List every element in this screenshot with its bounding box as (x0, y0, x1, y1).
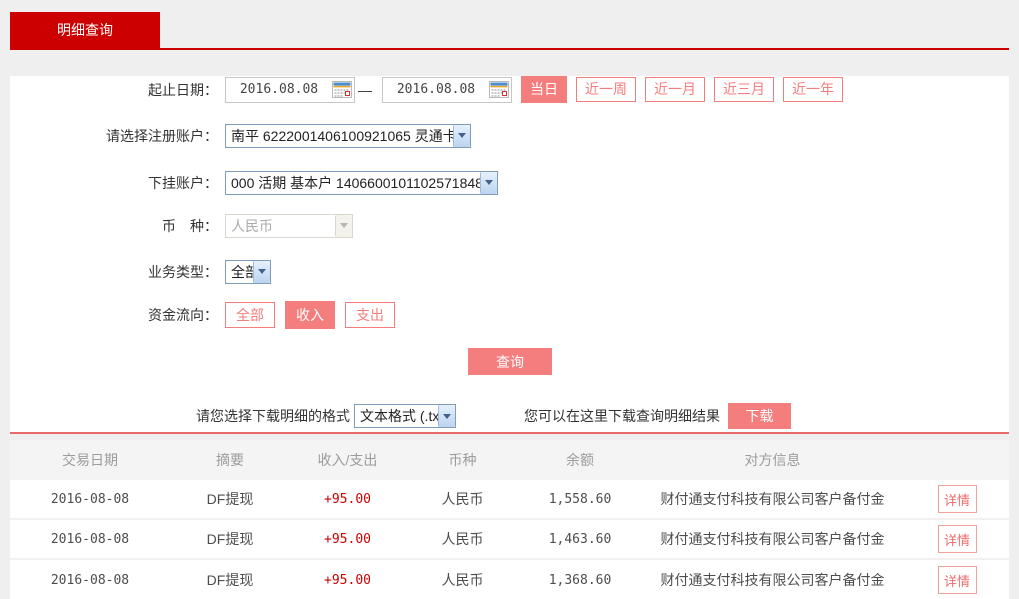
query-form-panel: 起止日期： 2016.08.08 (10, 76, 1009, 434)
cell-actions: 详情 (905, 525, 1009, 553)
detail-button[interactable]: 详情 (938, 525, 977, 553)
cell-counterparty: 财付通支付科技有限公司客户备付金 (640, 570, 905, 590)
cell-currency: 人民币 (405, 489, 520, 509)
download-format-select[interactable]: 文本格式 (.txt) (354, 404, 456, 428)
cell-balance: 1,368.60 (520, 573, 640, 588)
tab-detail-query[interactable]: 明细查询 (10, 12, 160, 48)
calendar-icon[interactable] (489, 81, 509, 98)
registered-account-select[interactable]: 南平 6222001406100921065 灵通卡 (225, 124, 471, 148)
chevron-down-icon (453, 125, 470, 147)
currency-row: 币 种： 人民币 (10, 212, 1009, 239)
registered-account-value: 南平 6222001406100921065 灵通卡 (226, 126, 453, 146)
cell-counterparty: 财付通支付科技有限公司客户备付金 (640, 529, 905, 549)
start-date-value: 2016.08.08 (226, 82, 332, 97)
cell-amount: +95.00 (290, 492, 405, 507)
header-currency: 币种 (405, 450, 520, 470)
cell-summary: DF提现 (170, 489, 290, 509)
header-trade-date: 交易日期 (10, 450, 170, 470)
table-row: 2016-08-08 DF提现 +95.00 人民币 1,368.60 财付通支… (10, 560, 1009, 599)
cell-amount: +95.00 (290, 573, 405, 588)
date-range-separator: — (358, 82, 372, 98)
chevron-down-icon (438, 405, 455, 427)
cell-currency: 人民币 (405, 529, 520, 549)
currency-value: 人民币 (226, 216, 335, 236)
chevron-down-icon (480, 172, 497, 194)
fund-flow-all-button[interactable]: 全部 (225, 302, 275, 328)
end-date-input[interactable]: 2016.08.08 (382, 77, 512, 103)
quick-range-month-button[interactable]: 近一月 (645, 77, 705, 102)
business-type-row: 业务类型： 全部 (10, 258, 1009, 285)
download-button[interactable]: 下载 (728, 403, 791, 429)
sub-account-label: 下挂账户： (10, 173, 218, 193)
cell-counterparty: 财付通支付科技有限公司客户备付金 (640, 489, 905, 509)
detail-button[interactable]: 详情 (938, 485, 977, 513)
start-date-input[interactable]: 2016.08.08 (225, 77, 355, 103)
business-type-label: 业务类型： (10, 262, 218, 282)
page-content: 明细查询 起止日期： 2016.08.08 (10, 12, 1009, 599)
quick-range-3months-button[interactable]: 近三月 (714, 77, 774, 102)
tab-bar: 明细查询 (10, 12, 1009, 50)
cell-summary: DF提现 (170, 570, 290, 590)
header-balance: 余额 (520, 450, 640, 470)
sub-account-value: 000 活期 基本户 1406600101102571848 (226, 173, 480, 193)
sub-account-select[interactable]: 000 活期 基本户 1406600101102571848 (225, 171, 498, 195)
quick-range-today-button[interactable]: 当日 (521, 76, 567, 103)
cell-amount: +95.00 (290, 532, 405, 547)
download-format-value: 文本格式 (.txt) (355, 406, 438, 426)
results-table: 交易日期 摘要 收入/支出 币种 余额 对方信息 2016-08-08 DF提现… (10, 440, 1009, 599)
chevron-down-icon (335, 215, 352, 237)
fund-flow-expense-button[interactable]: 支出 (345, 302, 395, 328)
query-button[interactable]: 查询 (468, 348, 552, 375)
header-summary: 摘要 (170, 450, 290, 470)
header-counterparty: 对方信息 (640, 450, 905, 470)
cell-actions: 详情 (905, 485, 1009, 513)
sub-account-row: 下挂账户： 000 活期 基本户 1406600101102571848 (10, 169, 1009, 196)
download-format-label: 请您选择下载明细的格式 (196, 406, 350, 426)
table-row: 2016-08-08 DF提现 +95.00 人民币 1,558.60 财付通支… (10, 480, 1009, 520)
business-type-value: 全部 (226, 262, 253, 282)
fund-flow-label: 资金流向： (10, 305, 218, 325)
registered-account-label: 请选择注册账户： (10, 126, 218, 146)
download-row: 请您选择下载明细的格式 文本格式 (.txt) 您可以在这里下载查询明细结果 下… (10, 403, 1009, 429)
quick-range-year-button[interactable]: 近一年 (783, 77, 843, 102)
quick-range-week-button[interactable]: 近一周 (576, 77, 636, 102)
calendar-icon[interactable] (332, 81, 352, 98)
cell-currency: 人民币 (405, 570, 520, 590)
cell-trade-date: 2016-08-08 (10, 573, 170, 588)
cell-balance: 1,463.60 (520, 532, 640, 547)
header-income-expense: 收入/支出 (290, 450, 405, 470)
business-type-select[interactable]: 全部 (225, 260, 271, 284)
fund-flow-income-button[interactable]: 收入 (285, 301, 335, 329)
currency-select: 人民币 (225, 214, 353, 238)
currency-label: 币 种： (10, 216, 218, 236)
end-date-value: 2016.08.08 (383, 82, 489, 97)
date-range-label: 起止日期： (10, 80, 218, 100)
download-hint: 您可以在这里下载查询明细结果 (524, 406, 720, 426)
fund-flow-row: 资金流向： 全部 收入 支出 (10, 301, 1009, 328)
table-row: 2016-08-08 DF提现 +95.00 人民币 1,463.60 财付通支… (10, 520, 1009, 560)
detail-button[interactable]: 详情 (938, 566, 977, 594)
cell-summary: DF提现 (170, 529, 290, 549)
date-range-row: 起止日期： 2016.08.08 (10, 76, 1009, 103)
cell-actions: 详情 (905, 566, 1009, 594)
chevron-down-icon (253, 261, 270, 283)
table-header-row: 交易日期 摘要 收入/支出 币种 余额 对方信息 (10, 440, 1009, 480)
registered-account-row: 请选择注册账户： 南平 6222001406100921065 灵通卡 (10, 122, 1009, 149)
cell-balance: 1,558.60 (520, 492, 640, 507)
cell-trade-date: 2016-08-08 (10, 492, 170, 507)
cell-trade-date: 2016-08-08 (10, 532, 170, 547)
